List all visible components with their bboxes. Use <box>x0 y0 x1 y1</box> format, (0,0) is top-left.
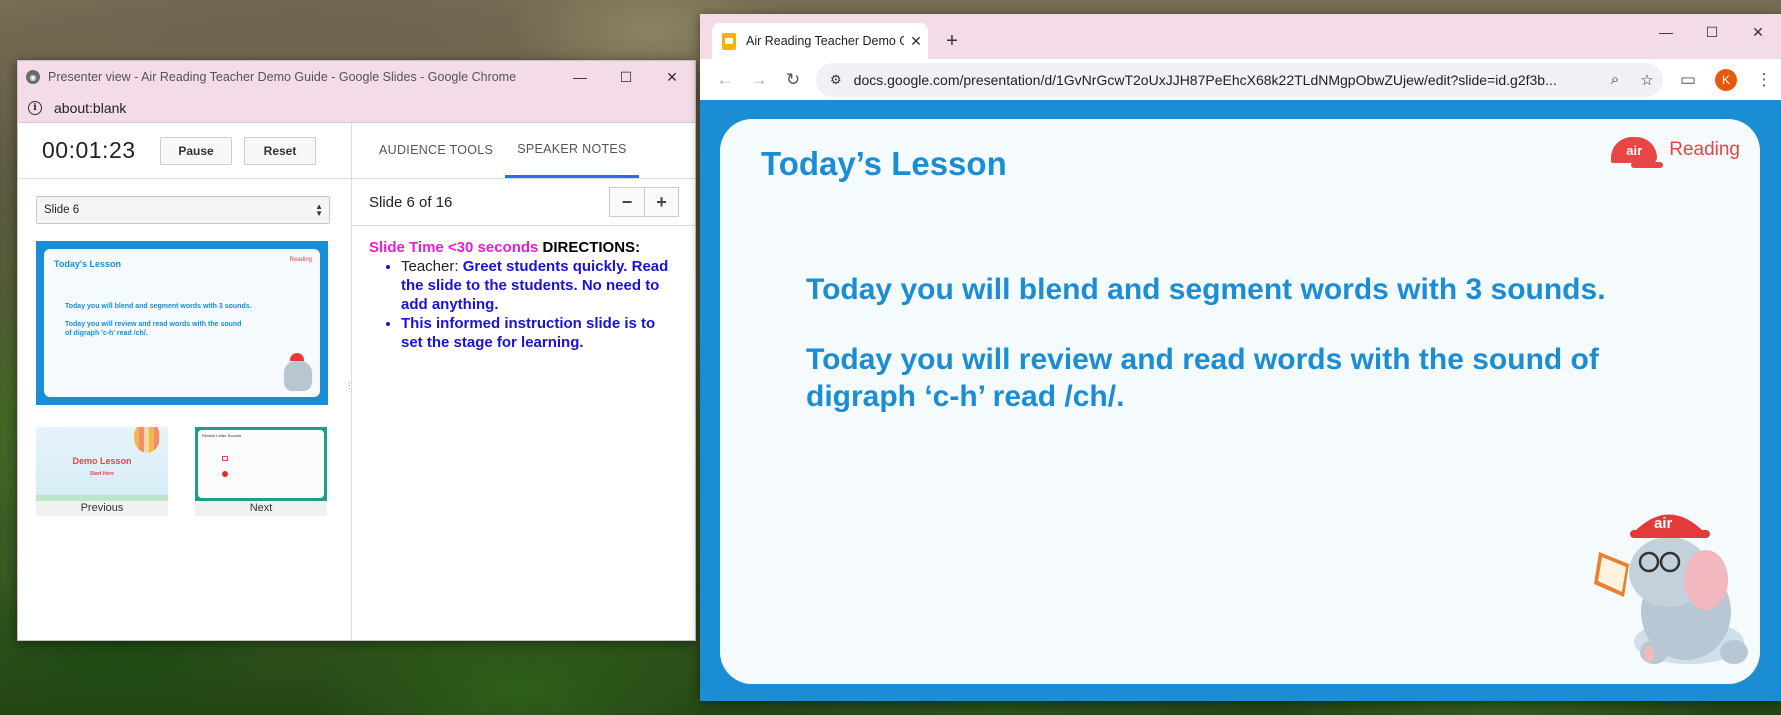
next-thumb-title: Review Letter Sounds <box>202 433 242 438</box>
current-slide-thumbnail[interactable]: Today's Lesson Reading Today you will bl… <box>36 241 328 405</box>
bookmark-star-icon[interactable]: ☆ <box>1631 71 1663 89</box>
new-tab-button[interactable]: + <box>934 23 970 59</box>
elephant-mascot-icon: air <box>1594 514 1748 664</box>
reload-icon[interactable]: ↻ <box>776 63 810 97</box>
hot-air-balloon-icon <box>134 427 160 453</box>
close-icon[interactable]: ✕ <box>649 61 695 93</box>
next-slide-thumbnail[interactable]: Review Letter Sounds Next <box>195 427 327 516</box>
forward-icon[interactable]: → <box>742 63 776 97</box>
next-caption: Next <box>195 501 327 516</box>
browser-tab-title: Air Reading Teacher Demo Guide <box>746 34 904 48</box>
pause-button[interactable]: Pause <box>160 136 232 165</box>
increase-font-button[interactable]: + <box>644 188 678 216</box>
select-arrows-icon: ▲ ▼ <box>315 202 323 218</box>
google-slides-icon <box>722 32 736 50</box>
presenter-titlebar[interactable]: ◉ Presenter view - Air Reading Teacher D… <box>18 61 695 93</box>
elapsed-timer: 00:01:23 <box>42 137 136 163</box>
presenter-url-bar[interactable]: i about:blank <box>18 93 695 123</box>
previous-caption: Previous <box>36 501 168 516</box>
slide-title: Today’s Lesson <box>761 145 1007 182</box>
slide-time-label: Slide Time <30 seconds <box>369 239 539 256</box>
address-bar[interactable]: ⚙ docs.google.com/presentation/d/1GvNrGc… <box>816 62 1663 97</box>
chrome-app-icon: ◉ <box>26 70 40 84</box>
site-settings-icon[interactable]: ⚙ <box>830 72 842 88</box>
prev-thumb-title: Demo Lesson <box>72 456 132 466</box>
tab-close-icon[interactable]: ✕ <box>904 33 928 50</box>
chrome-window: Air Reading Teacher Demo Guide ✕ + — ☐ ✕… <box>700 14 1781 701</box>
panel-resize-handle[interactable]: · · · <box>348 378 351 393</box>
presenter-window: ◉ Presenter view - Air Reading Teacher D… <box>17 60 696 641</box>
zoom-icon[interactable]: ⌕ <box>1599 71 1631 88</box>
presenter-left-panel: 00:01:23 Pause Reset Slide 6 ▲ ▼ Today's … <box>18 123 352 640</box>
prev-thumb-subtitle: Start Here <box>90 471 114 477</box>
presenter-right-panel: · · · AUDIENCE TOOLS SPEAKER NOTES Slide 6… <box>348 122 695 640</box>
apple-icon <box>222 471 228 477</box>
profile-avatar[interactable]: K <box>1715 68 1737 91</box>
decrease-font-button[interactable]: − <box>610 188 644 216</box>
thumb-line-1: Today you will blend and segment words w… <box>65 303 252 310</box>
reset-button[interactable]: Reset <box>244 136 316 165</box>
back-icon[interactable]: ← <box>708 63 742 97</box>
browser-tab[interactable]: Air Reading Teacher Demo Guide ✕ <box>712 23 928 59</box>
slide-select-value: Slide 6 <box>44 204 80 216</box>
notes-bullet: Teacher: Greet students quickly. Read th… <box>401 257 678 314</box>
elephant-mascot-icon <box>284 353 312 391</box>
slide-canvas[interactable]: Today’s Lesson air Reading Today you wil… <box>720 119 1760 684</box>
logo-word: Reading <box>1669 139 1740 160</box>
presenter-url: about:blank <box>54 99 127 116</box>
address-url: docs.google.com/presentation/d/1GvNrGcwT… <box>853 71 1557 88</box>
minimize-icon[interactable]: — <box>557 61 603 93</box>
slide-counter: Slide 6 of 16 <box>369 193 453 211</box>
directions-label: DIRECTIONS: <box>538 239 641 256</box>
tab-speaker-notes[interactable]: SPEAKER NOTES <box>505 122 639 178</box>
air-reading-logo: air Reading <box>1611 137 1740 168</box>
bullet-2-text: This informed instruction slide is to se… <box>401 315 656 351</box>
chrome-toolbar: ← → ↻ ⚙ docs.google.com/presentation/d/1… <box>700 59 1781 100</box>
slide-objective-1: Today you will blend and segment words w… <box>806 273 1606 306</box>
maximize-icon[interactable]: ☐ <box>1689 14 1735 50</box>
box-icon <box>222 456 228 461</box>
close-icon[interactable]: ✕ <box>1735 14 1781 50</box>
slide-viewport: Today’s Lesson air Reading Today you wil… <box>700 100 1781 701</box>
presenter-window-title: Presenter view - Air Reading Teacher Dem… <box>48 70 517 84</box>
chrome-tab-strip: Air Reading Teacher Demo Guide ✕ + — ☐ ✕ <box>700 14 1781 59</box>
thumb-line-2a: Today you will review and read words wit… <box>65 321 242 328</box>
tab-audience-tools[interactable]: AUDIENCE TOOLS <box>367 122 505 178</box>
more-menu-icon[interactable]: ⋮ <box>1747 63 1781 97</box>
svg-text:air: air <box>1654 515 1673 532</box>
thumb-line-2b: of digraph 'c-h' read /ch/. <box>65 330 148 337</box>
maximize-icon[interactable]: ☐ <box>603 61 649 93</box>
slide-objective-2: Today you will review and read words wit… <box>806 343 1599 413</box>
speaker-notes: Slide Time <30 seconds DIRECTIONS: Teach… <box>352 226 695 364</box>
notes-bullet: This informed instruction slide is to se… <box>401 314 678 352</box>
slide-select[interactable]: Slide 6 ▲ ▼ <box>36 196 330 224</box>
cast-screen-icon[interactable]: ▭ <box>1671 63 1705 97</box>
previous-slide-thumbnail[interactable]: Demo Lesson Start Here Previous <box>36 427 168 516</box>
minimize-icon[interactable]: — <box>1643 14 1689 50</box>
logo-cap: air <box>1611 137 1664 168</box>
teacher-prefix: Teacher: <box>401 258 463 275</box>
thumb-logo: Reading <box>289 257 312 263</box>
grass-decoration <box>36 495 168 501</box>
info-icon[interactable]: i <box>28 100 42 115</box>
thumb-title: Today's Lesson <box>54 259 121 269</box>
